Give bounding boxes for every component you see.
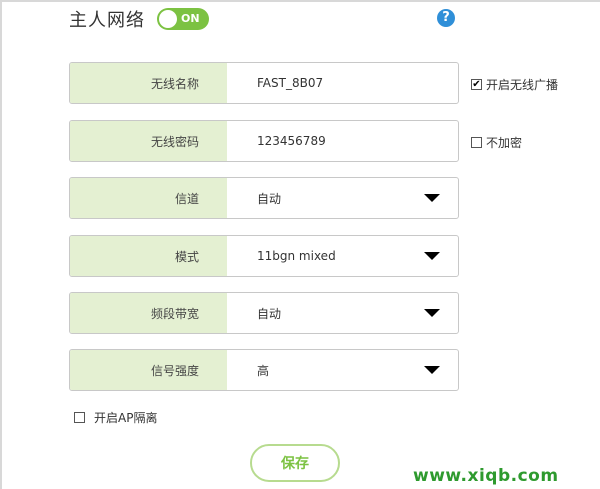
bandwidth-label: 频段带宽 [70,293,227,333]
signal-strength-select[interactable]: 高 [227,350,458,390]
wireless-settings-panel: 主人网络 ON ? 无线名称 FAST_8B07 ✔ 开启无线广播 无线密码 1… [0,0,600,489]
ssid-row: 无线名称 FAST_8B07 [69,62,459,104]
section-title: 主人网络 [69,10,145,31]
section-header: 主人网络 ON [69,7,209,31]
chevron-down-icon[interactable] [424,252,440,260]
ssid-label: 无线名称 [70,63,227,103]
save-button[interactable]: 保存 [250,444,340,482]
signal-strength-label: 信号强度 [70,350,227,390]
ap-isolation-label: 开启AP隔离 [94,411,158,425]
password-label: 无线密码 [70,121,227,161]
channel-select[interactable]: 自动 [227,178,458,218]
chevron-down-icon[interactable] [424,366,440,374]
ap-isolation-checkbox[interactable] [74,412,85,423]
ap-isolation-option[interactable]: 开启AP隔离 [74,409,157,426]
network-toggle-switch[interactable]: ON [157,8,209,30]
password-input[interactable]: 123456789 [227,121,458,161]
ssid-input[interactable]: FAST_8B07 [227,63,458,103]
broadcast-option[interactable]: ✔ 开启无线广播 [471,76,558,93]
channel-label: 信道 [70,178,227,218]
channel-row: 信道 自动 [69,177,459,219]
signal-strength-select-value: 高 [257,363,270,378]
broadcast-checkbox[interactable]: ✔ [471,79,482,90]
signal-strength-row: 信号强度 高 [69,349,459,391]
chevron-down-icon[interactable] [424,194,440,202]
password-row: 无线密码 123456789 [69,120,459,162]
broadcast-label: 开启无线广播 [486,78,559,92]
toggle-label: ON [181,12,200,25]
no-encrypt-label: 不加密 [486,136,523,150]
mode-row: 模式 11bgn mixed [69,235,459,277]
bandwidth-select-value: 自动 [257,306,282,321]
mode-select[interactable]: 11bgn mixed [227,236,458,276]
bandwidth-row: 频段带宽 自动 [69,292,459,334]
no-encrypt-option[interactable]: 不加密 [471,134,522,151]
no-encrypt-checkbox[interactable] [471,137,482,148]
help-icon[interactable]: ? [437,9,455,27]
bandwidth-select[interactable]: 自动 [227,293,458,333]
channel-select-value: 自动 [257,191,282,206]
mode-label: 模式 [70,236,227,276]
mode-select-value: 11bgn mixed [257,249,336,263]
panel-border-left [0,0,2,489]
panel-border-top [0,0,600,2]
toggle-knob [159,10,177,28]
watermark-text: www.xiqb.com [413,466,559,486]
chevron-down-icon[interactable] [424,309,440,317]
